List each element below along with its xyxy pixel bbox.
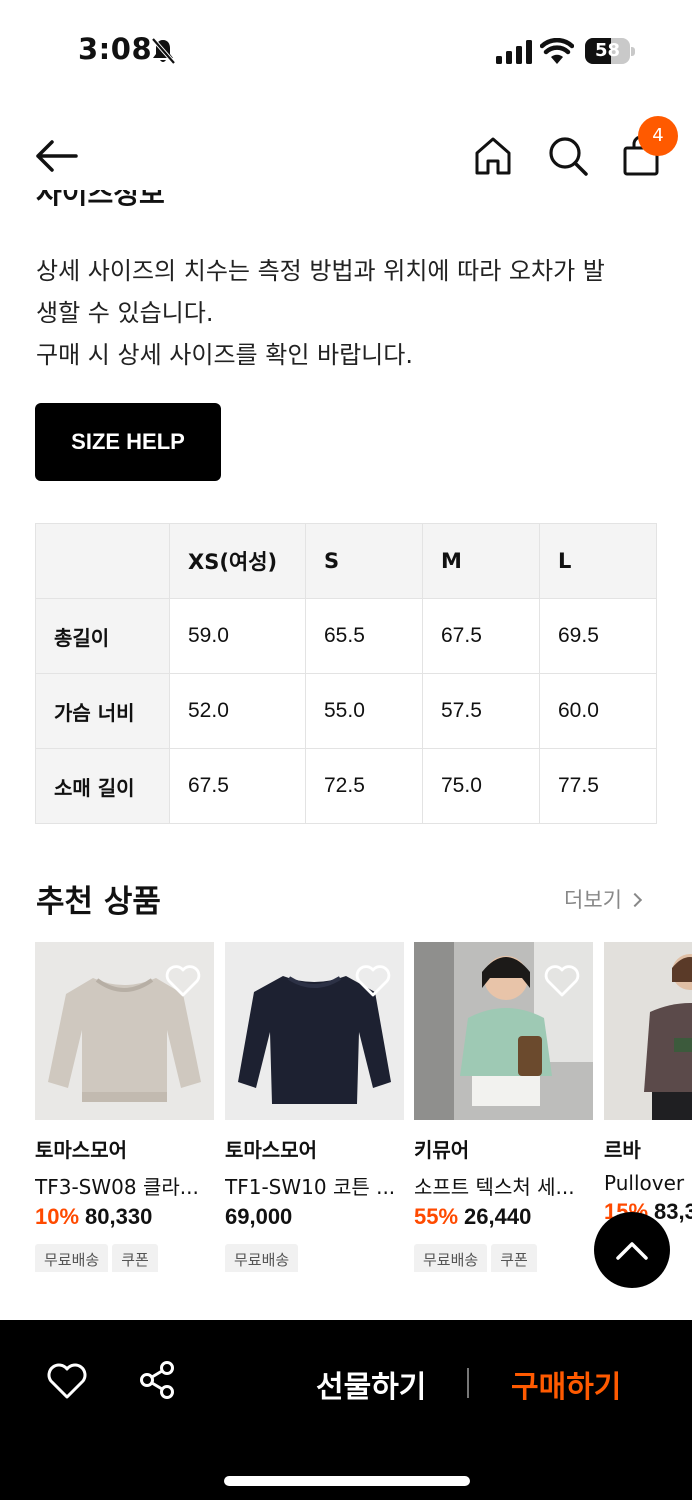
table-cell: 72.5 xyxy=(305,748,423,824)
home-icon[interactable] xyxy=(474,136,512,176)
size-help-button[interactable]: SIZE HELP xyxy=(35,403,221,481)
table-row: 총길이 59.0 65.5 67.5 69.5 xyxy=(35,598,657,674)
product-card[interactable]: 르바 Pullover P 15%83,3 xyxy=(604,942,692,1225)
product-image[interactable] xyxy=(414,942,593,1120)
bottom-action-bar: 선물하기 구매하기 xyxy=(0,1320,692,1500)
table-header-cell: XS(여성) xyxy=(169,523,306,599)
price-value: 80,330 xyxy=(85,1204,153,1229)
row-label: 총길이 xyxy=(35,598,170,674)
top-nav-bar: 4 xyxy=(0,110,692,200)
discount-rate: 55% xyxy=(414,1204,459,1229)
buy-button[interactable]: 구매하기 xyxy=(511,1362,621,1406)
table-header-cell: S xyxy=(305,523,423,599)
product-brand: 토마스모어 xyxy=(225,1138,317,1162)
product-name: Pullover P xyxy=(604,1171,692,1195)
chevron-up-icon xyxy=(616,1242,648,1260)
table-cell: 75.0 xyxy=(422,748,540,824)
product-carousel[interactable]: 토마스모어 TF3-SW08 클라... 10% 80,330 무료배송 쿠폰 토마… xyxy=(35,942,692,1272)
status-bar: 3:08 58 xyxy=(0,0,692,100)
scroll-to-top-button[interactable] xyxy=(594,1212,670,1288)
product-image[interactable] xyxy=(35,942,214,1120)
section-heading: 사이즈정보 xyxy=(36,190,165,210)
product-tags: 무료배송 쿠폰 xyxy=(414,1244,593,1272)
divider xyxy=(467,1368,469,1398)
price-value: 83,3 xyxy=(654,1199,692,1224)
product-price: 55% 26,440 xyxy=(414,1204,593,1230)
table-header-cell: L xyxy=(539,523,657,599)
table-cell: 52.0 xyxy=(169,673,306,749)
product-name: TF3-SW08 클라... xyxy=(35,1175,199,1199)
search-icon[interactable] xyxy=(548,136,588,176)
model-photo xyxy=(604,942,692,1120)
more-link[interactable]: 더보기 xyxy=(564,884,643,914)
table-header-cell: M xyxy=(422,523,540,599)
notice-line: 상세 사이즈의 치수는 측정 방법과 위치에 따라 오차가 발 xyxy=(36,257,605,285)
table-cell: 60.0 xyxy=(539,673,657,749)
price-value: 26,440 xyxy=(464,1204,532,1229)
recommend-title: 추천 상품 xyxy=(36,884,161,920)
bell-off-icon xyxy=(151,37,176,65)
battery-percent: 58 xyxy=(594,40,621,61)
product-image[interactable] xyxy=(604,942,692,1120)
discount-rate: 10% xyxy=(35,1204,80,1229)
tag-free-shipping: 무료배송 xyxy=(225,1244,299,1272)
table-cell: 65.5 xyxy=(305,598,423,674)
product-price: 10% 80,330 xyxy=(35,1204,214,1230)
row-label: 소매 길이 xyxy=(35,748,170,824)
cart-count-badge: 4 xyxy=(638,116,678,156)
product-tags: 무료배송 xyxy=(225,1244,404,1272)
table-header-row: XS(여성) S M L xyxy=(35,523,657,599)
product-tags: 무료배송 쿠폰 xyxy=(35,1244,214,1272)
size-table: XS(여성) S M L 총길이 59.0 65.5 67.5 69.5 가슴 … xyxy=(35,523,657,824)
product-card[interactable]: 토마스모어 TF3-SW08 클라... 10% 80,330 무료배송 쿠폰 xyxy=(35,942,214,1272)
tag-coupon: 쿠폰 xyxy=(491,1244,537,1272)
battery-indicator: 58 xyxy=(585,38,635,64)
wifi-icon xyxy=(540,38,574,64)
back-arrow-icon[interactable] xyxy=(34,138,78,174)
product-brand: 토마스모어 xyxy=(35,1138,127,1162)
product-name: 소프트 텍스처 세... xyxy=(414,1175,575,1199)
tag-free-shipping: 무료배송 xyxy=(414,1244,488,1272)
tag-coupon: 쿠폰 xyxy=(112,1244,158,1272)
product-card[interactable]: 키뮤어 소프트 텍스처 세... 55% 26,440 무료배송 쿠폰 xyxy=(414,942,593,1272)
heart-icon[interactable] xyxy=(543,962,581,998)
chevron-right-icon xyxy=(627,892,643,908)
table-cell: 69.5 xyxy=(539,598,657,674)
table-cell: 59.0 xyxy=(169,598,306,674)
gift-button[interactable]: 선물하기 xyxy=(316,1362,426,1406)
heart-icon[interactable] xyxy=(164,962,202,998)
table-header-cell xyxy=(35,523,170,599)
tag-free-shipping: 무료배송 xyxy=(35,1244,109,1272)
heart-icon[interactable] xyxy=(354,962,392,998)
product-name: TF1-SW10 코튼 ... xyxy=(225,1175,396,1199)
notice-line: 생할 수 있습니다. xyxy=(36,299,214,327)
table-cell: 67.5 xyxy=(422,598,540,674)
product-brand: 르바 xyxy=(604,1138,641,1162)
wishlist-heart-icon[interactable] xyxy=(46,1362,88,1400)
table-cell: 77.5 xyxy=(539,748,657,824)
product-brand: 키뮤어 xyxy=(414,1138,470,1162)
cellular-signal-icon xyxy=(496,40,532,64)
product-card[interactable]: 토마스모어 TF1-SW10 코튼 ... 69,000 무료배송 xyxy=(225,942,404,1272)
home-indicator xyxy=(224,1476,470,1486)
status-time: 3:08 xyxy=(78,32,153,66)
table-cell: 57.5 xyxy=(422,673,540,749)
table-cell: 55.0 xyxy=(305,673,423,749)
product-image[interactable] xyxy=(225,942,404,1120)
table-row: 가슴 너비 52.0 55.0 57.5 60.0 xyxy=(35,673,657,749)
table-cell: 67.5 xyxy=(169,748,306,824)
share-icon[interactable] xyxy=(138,1360,176,1400)
price-value: 69,000 xyxy=(225,1204,293,1229)
product-price: 69,000 xyxy=(225,1204,404,1230)
row-label: 가슴 너비 xyxy=(35,673,170,749)
table-row: 소매 길이 67.5 72.5 75.0 77.5 xyxy=(35,748,657,824)
notice-line: 구매 시 상세 사이즈를 확인 바랍니다. xyxy=(36,341,413,369)
size-notice: 상세 사이즈의 치수는 측정 방법과 위치에 따라 오차가 발 생할 수 있습니… xyxy=(36,250,666,376)
